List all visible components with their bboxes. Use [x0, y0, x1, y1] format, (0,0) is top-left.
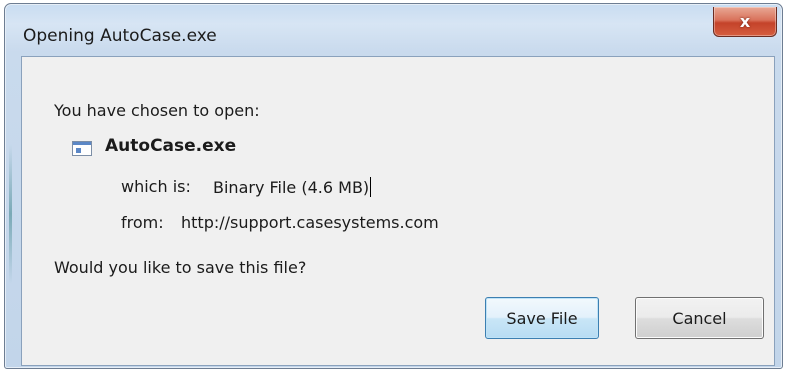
frame-edge-highlight — [9, 144, 12, 284]
open-prompt-text: You have chosen to open: — [54, 101, 260, 120]
file-source-url: http://support.casesystems.com — [181, 213, 439, 232]
file-name: AutoCase.exe — [105, 136, 237, 156]
executable-file-icon — [72, 141, 92, 156]
file-type-value: Binary File (4.6 MB) — [213, 177, 372, 197]
save-file-button[interactable]: Save File — [485, 297, 599, 339]
text-cursor — [370, 177, 372, 197]
window-title: Opening AutoCase.exe — [23, 26, 217, 46]
file-type-text: Binary File (4.6 MB) — [213, 178, 370, 197]
file-source-label: from: — [121, 213, 164, 232]
cancel-button-label: Cancel — [672, 308, 727, 328]
close-button[interactable]: x — [713, 7, 777, 37]
cancel-button[interactable]: Cancel — [635, 297, 764, 339]
save-file-button-label: Save File — [506, 308, 578, 328]
file-type-label: which is: — [121, 177, 191, 196]
download-dialog-window: Opening AutoCase.exe x You have chosen t… — [4, 3, 783, 369]
save-question-text: Would you like to save this file? — [54, 258, 307, 277]
dialog-content: You have chosen to open: AutoCase.exe wh… — [21, 56, 775, 366]
close-icon: x — [739, 11, 751, 31]
